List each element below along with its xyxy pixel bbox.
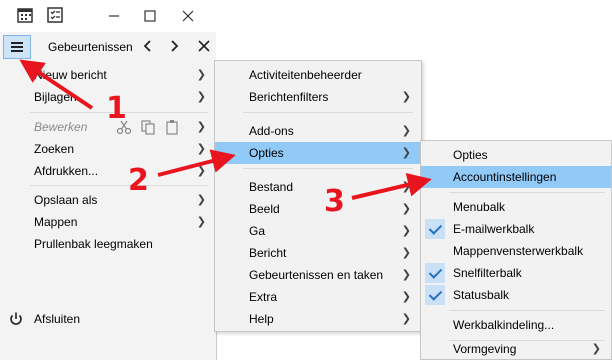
maximize-icon[interactable]	[140, 6, 160, 26]
menu-item-view[interactable]: Beeld ❯	[215, 198, 421, 220]
chevron-right-icon: ❯	[196, 216, 206, 228]
chevron-right-icon: ❯	[196, 121, 206, 133]
menu-item-empty-trash[interactable]: Prullenbak leegmaken	[0, 233, 216, 255]
menu-item-find[interactable]: Zoeken ❯	[0, 138, 216, 160]
chevron-right-icon: ❯	[196, 91, 206, 103]
checkmark-icon	[425, 219, 445, 239]
chevron-right-icon: ❯	[401, 147, 411, 159]
menu-item-go[interactable]: Ga ❯	[215, 220, 421, 242]
chevron-right-icon: ❯	[196, 143, 206, 155]
chevron-right-icon: ❯	[591, 343, 601, 355]
menu-item-status-bar[interactable]: Statusbalk	[421, 284, 611, 306]
copy-icon[interactable]	[140, 119, 156, 135]
chevron-right-icon: ❯	[401, 91, 411, 103]
menu-item-message-filters[interactable]: Berichtenfilters ❯	[215, 86, 421, 108]
chevron-right-icon: ❯	[401, 291, 411, 303]
chevron-right-icon: ❯	[401, 313, 411, 325]
chevron-right-icon[interactable]	[166, 38, 182, 54]
menu-item-file[interactable]: Bestand ❯	[215, 176, 421, 198]
menu-item-add-ons[interactable]: Add-ons ❯	[215, 120, 421, 142]
menu-separator	[449, 310, 605, 311]
annotation-number-2: 2	[128, 163, 149, 198]
checkmark-icon	[425, 263, 445, 283]
menu-item-menubar[interactable]: Menubalk	[421, 196, 611, 218]
calendar-icon[interactable]	[16, 6, 34, 24]
minimize-icon[interactable]	[104, 6, 124, 26]
menu-item-quit[interactable]: Afsluiten	[0, 308, 216, 330]
chevron-right-icon: ❯	[401, 181, 411, 193]
menu-button[interactable]	[3, 35, 31, 59]
menu-item-account-settings[interactable]: Accountinstellingen	[421, 166, 611, 188]
menu-item-mail-toolbar[interactable]: E-mailwerkbalk	[421, 218, 611, 240]
chevron-left-icon[interactable]	[140, 38, 156, 54]
checkmark-icon	[425, 285, 445, 305]
annotation-number-3: 3	[324, 184, 345, 219]
menu-item-events-tasks[interactable]: Gebeurtenissen en taken ❯	[215, 264, 421, 286]
chevron-right-icon: ❯	[196, 69, 206, 81]
menu-item-customize-toolbar[interactable]: Werkbalkindeling...	[421, 314, 611, 336]
menu-item-print[interactable]: Afdrukken... ❯	[0, 160, 216, 182]
hamburger-icon	[11, 42, 23, 44]
menu-separator	[243, 112, 413, 113]
menu-item-save-as[interactable]: Opslaan als ❯	[0, 189, 216, 211]
tab-toolbar: Gebeurtenissen	[0, 32, 216, 63]
tab-events[interactable]: Gebeurtenissen	[48, 40, 133, 54]
annotation-number-1: 1	[106, 91, 127, 126]
menu-item-message[interactable]: Bericht ❯	[215, 242, 421, 264]
options-submenu: Opties Accountinstellingen Menubalk E-ma…	[420, 140, 612, 360]
chevron-right-icon: ❯	[401, 125, 411, 137]
chevron-right-icon: ❯	[196, 165, 206, 177]
chevron-right-icon: ❯	[401, 225, 411, 237]
tasks-icon[interactable]	[46, 6, 64, 24]
chevron-right-icon: ❯	[196, 194, 206, 206]
chevron-right-icon: ❯	[401, 203, 411, 215]
menu-item-new-message[interactable]: Nieuw bericht ❯	[0, 64, 216, 86]
menu-item-extra[interactable]: Extra ❯	[215, 286, 421, 308]
power-icon	[10, 312, 22, 325]
menu-item-appearance[interactable]: Vormgeving ❯	[421, 338, 611, 360]
close-tab-icon[interactable]	[196, 38, 212, 54]
menu-separator	[30, 185, 208, 186]
close-window-icon[interactable]	[178, 6, 198, 26]
menu-separator	[243, 168, 413, 169]
menu-item-folders[interactable]: Mappen ❯	[0, 211, 216, 233]
menu-separator	[449, 192, 605, 193]
menu-item-options-prefs[interactable]: Opties	[421, 144, 611, 166]
menu-item-options[interactable]: Opties ❯	[215, 142, 421, 164]
chevron-right-icon: ❯	[401, 269, 411, 281]
menu-item-activity-manager[interactable]: Activiteitenbeheerder	[215, 64, 421, 86]
title-bar	[0, 0, 216, 32]
paste-icon[interactable]	[164, 119, 180, 135]
menu-item-folder-pane-toolbar[interactable]: Mappenvensterwerkbalk	[421, 240, 611, 262]
menu-item-quick-filter-bar[interactable]: Snelfilterbalk	[421, 262, 611, 284]
chevron-right-icon: ❯	[401, 247, 411, 259]
tools-submenu: Activiteitenbeheerder Berichtenfilters ❯…	[214, 60, 422, 332]
menu-item-help[interactable]: Help ❯	[215, 308, 421, 330]
